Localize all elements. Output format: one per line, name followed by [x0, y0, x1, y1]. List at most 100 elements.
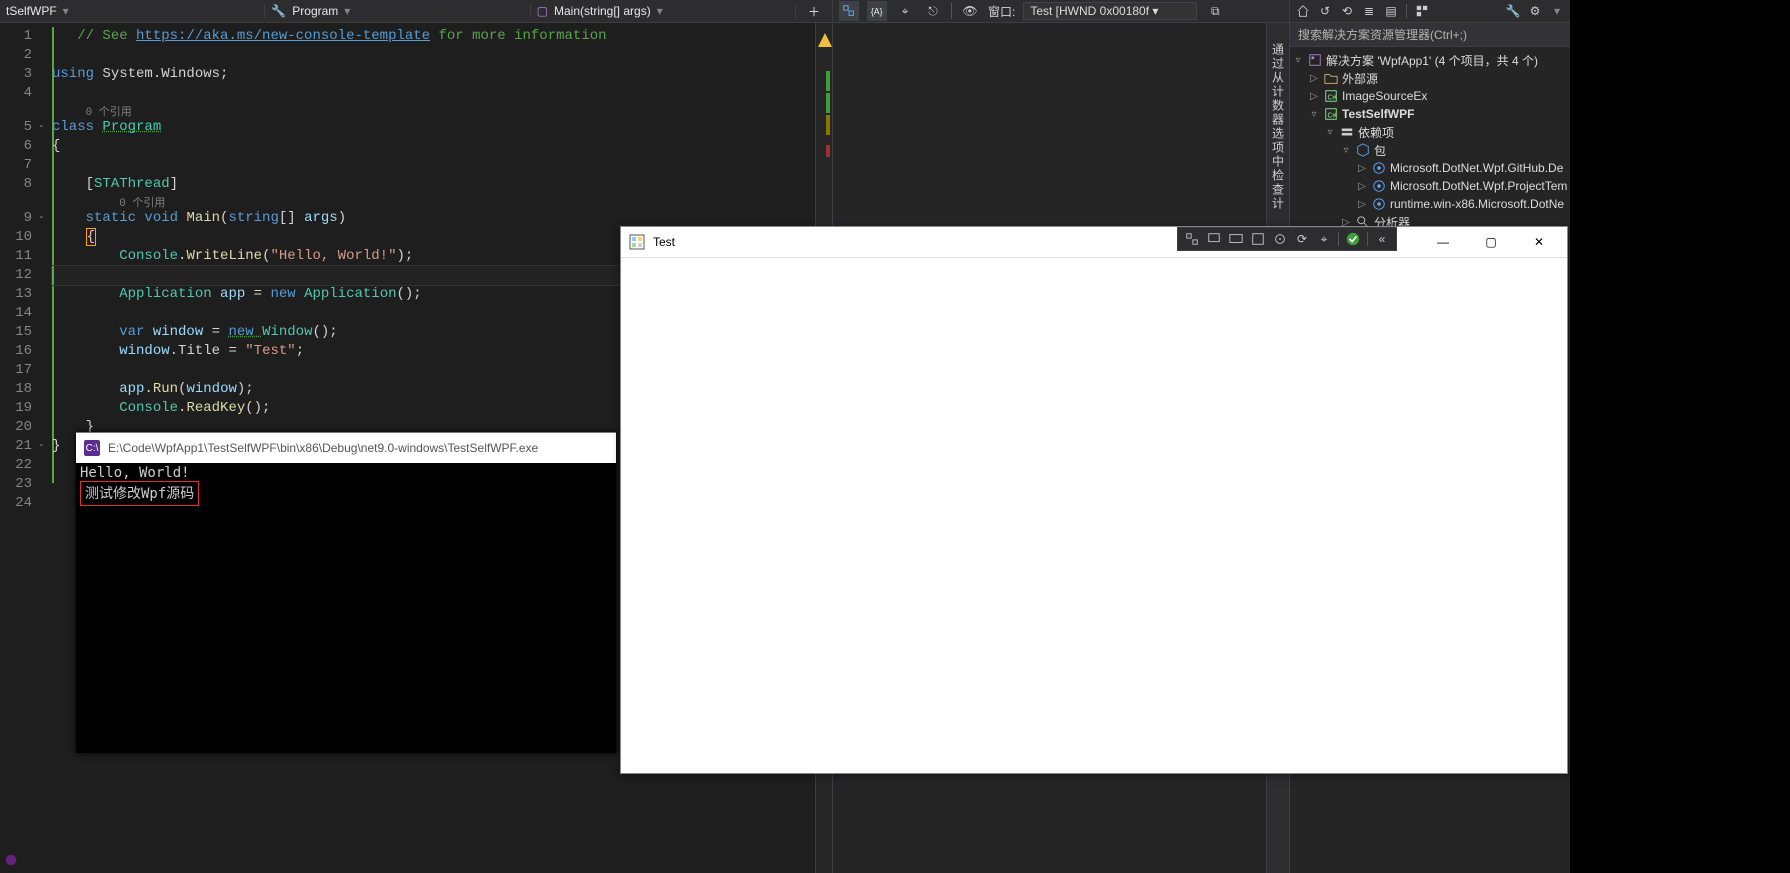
tree-root[interactable]: ▿ 解决方案 'WpfApp1' (4 个项目，共 4 个) [1290, 51, 1570, 69]
nuget-icon [1372, 197, 1386, 211]
wpf-test-window[interactable]: ⟳ ⌖ « Test — ▢ ✕ [620, 226, 1568, 774]
tree-node[interactable]: ▿ 依赖项 [1290, 123, 1570, 141]
tree-node[interactable]: ▷ 外部源 [1290, 69, 1570, 87]
window-selector[interactable]: Test [HWND 0x00180f ▾ [1023, 2, 1197, 20]
expand-icon[interactable]: ▿ [1340, 145, 1352, 156]
wrench-icon[interactable]: 🔧 [1504, 2, 1522, 20]
tree-node-label: runtime.win-x86.Microsoft.DotNe [1390, 197, 1564, 211]
live-tree-side-label: 通过从计数器选项中检查计 [1270, 43, 1287, 211]
inspect-icon[interactable] [1204, 230, 1224, 248]
code-line[interactable]: 0 个引用 [52, 103, 815, 118]
expand-icon[interactable]: ▷ [1356, 199, 1368, 210]
method-icon: ▢ [537, 4, 548, 18]
window-label: 窗口: [988, 3, 1015, 20]
chevron-down-icon: ▾ [63, 4, 69, 18]
console-window[interactable]: C:\ E:\Code\WpfApp1\TestSelfWPF\bin\x86\… [76, 432, 616, 753]
tree-icon[interactable] [1182, 230, 1202, 248]
console-output-line: Hello, World! [80, 465, 612, 481]
wpf-debug-toolbar[interactable]: ⟳ ⌖ « [1177, 227, 1397, 251]
solution-icon [1308, 53, 1322, 67]
maximize-button[interactable]: ▢ [1471, 227, 1511, 257]
code-line[interactable] [52, 156, 815, 175]
tree-node[interactable]: ▿包 [1290, 141, 1570, 159]
stack2-icon[interactable]: ▤ [1382, 2, 1400, 20]
tree-node[interactable]: ▷C#ImageSourceEx [1290, 87, 1570, 105]
code-line[interactable]: [STAThread] [52, 175, 815, 194]
popout-icon[interactable]: ⧉ [1205, 1, 1225, 21]
window-selector-value: Test [HWND 0x00180f [1030, 4, 1149, 18]
tree-node-label: 外部源 [1342, 70, 1378, 87]
collapse-icon[interactable]: « [1372, 230, 1392, 248]
solution-search-placeholder: 搜索解决方案资源管理器(Ctrl+;) [1298, 28, 1467, 42]
expand-icon[interactable]: ▿ [1324, 127, 1336, 138]
close-button[interactable]: ✕ [1519, 227, 1559, 257]
expand-icon[interactable]: ▷ [1308, 73, 1320, 84]
marker-red [826, 145, 830, 157]
nuget-icon [1372, 161, 1386, 175]
expand-icon[interactable]: ▷ [1356, 163, 1368, 174]
eyedropper-icon[interactable]: ⌖ [895, 1, 915, 21]
breadcrumb-method[interactable]: ▢ Main(string[] args) ▾ [531, 4, 796, 18]
gear-icon[interactable]: ⚙ [1526, 2, 1544, 20]
track-icon[interactable] [1270, 230, 1290, 248]
check-icon[interactable] [1343, 230, 1363, 248]
tree-node[interactable]: ▷ runtime.win-x86.Microsoft.DotNe [1290, 195, 1570, 213]
split-editor-button[interactable]: ＋ [796, 3, 832, 20]
expand-icon[interactable]: ▿ [1292, 55, 1304, 66]
solution-toolbar: ↺ ⟲ ≣ ▤ 🔧 ⚙ ▾ [1290, 0, 1570, 23]
deps-icon [1340, 125, 1354, 139]
wpf-titlebar[interactable]: Test — ▢ ✕ [621, 227, 1567, 258]
vs-icon [4, 853, 18, 867]
tree-node-label: 包 [1374, 142, 1386, 159]
history-icon[interactable]: ↺ [1316, 2, 1334, 20]
ruler-icon[interactable]: ⎋ [923, 1, 943, 21]
breadcrumb-file[interactable]: tSelfWPF ▾ [0, 4, 265, 18]
select-element-icon[interactable] [839, 1, 859, 21]
code-line[interactable] [52, 46, 815, 65]
csproj-icon: C# [1324, 107, 1338, 121]
tree-node-label: Microsoft.DotNet.Wpf.GitHub.De [1390, 161, 1563, 175]
code-line[interactable]: // See https://aka.ms/new-console-templa… [52, 27, 815, 46]
app-icon [629, 234, 645, 250]
line-number-gutter: 123456789101112131415161718192021222324 [0, 23, 38, 873]
expand-icon[interactable]: ▷ [1356, 181, 1368, 192]
screen-icon[interactable] [1226, 230, 1246, 248]
console-titlebar[interactable]: C:\ E:\Code\WpfApp1\TestSelfWPF\bin\x86\… [76, 433, 616, 463]
minimize-button[interactable]: — [1423, 227, 1463, 257]
stack-icon[interactable]: ≣ [1360, 2, 1378, 20]
tree-node[interactable]: ▿ C# TestSelfWPF [1290, 105, 1570, 123]
home-icon[interactable] [1294, 2, 1312, 20]
tree-node[interactable]: ▷ Microsoft.DotNet.Wpf.GitHub.De [1290, 159, 1570, 177]
plus-icon: ＋ [808, 3, 820, 20]
chevron-down-icon: ▾ [344, 4, 350, 18]
code-line[interactable]: 0 个引用 [52, 194, 815, 209]
editor-breadcrumb: tSelfWPF ▾ 🔧 Program ▾ ▢ Main(string[] a… [0, 0, 832, 23]
breadcrumb-class[interactable]: 🔧 Program ▾ [265, 4, 530, 18]
focus-icon[interactable]: {A} [867, 1, 887, 21]
expand-icon[interactable]: ▷ [1308, 91, 1320, 102]
tree-node-label: TestSelfWPF [1342, 107, 1414, 121]
nuget-icon [1372, 179, 1386, 193]
breadcrumb-file-label: tSelfWPF [6, 4, 57, 18]
accessibility-icon[interactable]: ⌖ [1314, 230, 1334, 248]
chevron-down-icon[interactable]: ▾ [1548, 2, 1566, 20]
code-line[interactable]: class Program [52, 118, 815, 137]
class-icon: 🔧 [271, 4, 286, 18]
solution-search[interactable]: 搜索解决方案资源管理器(Ctrl+;) [1290, 23, 1570, 47]
fold-column[interactable]: --- [38, 23, 52, 873]
eye-icon[interactable]: 👁 [960, 1, 980, 21]
code-line[interactable]: using System.Windows; [52, 65, 815, 84]
code-line[interactable]: { [52, 137, 815, 156]
live-tree-toolbar: {A} ⌖ ⎋ 👁 窗口: Test [HWND 0x00180f ▾ ⧉ [833, 0, 1289, 23]
group-icon[interactable] [1413, 2, 1431, 20]
sync-icon[interactable]: ⟲ [1338, 2, 1356, 20]
code-line[interactable] [52, 84, 815, 103]
expand-icon[interactable]: ▿ [1308, 109, 1320, 120]
console-output-highlight: 测试修改Wpf源码 [80, 481, 199, 506]
layout-icon[interactable] [1248, 230, 1268, 248]
folder-icon [1324, 71, 1338, 85]
refresh-icon[interactable]: ⟳ [1292, 230, 1312, 248]
tree-node-label: 依赖项 [1358, 124, 1394, 141]
tree-root-label: 解决方案 'WpfApp1' (4 个项目，共 4 个) [1326, 52, 1538, 69]
tree-node[interactable]: ▷Microsoft.DotNet.Wpf.ProjectTem [1290, 177, 1570, 195]
